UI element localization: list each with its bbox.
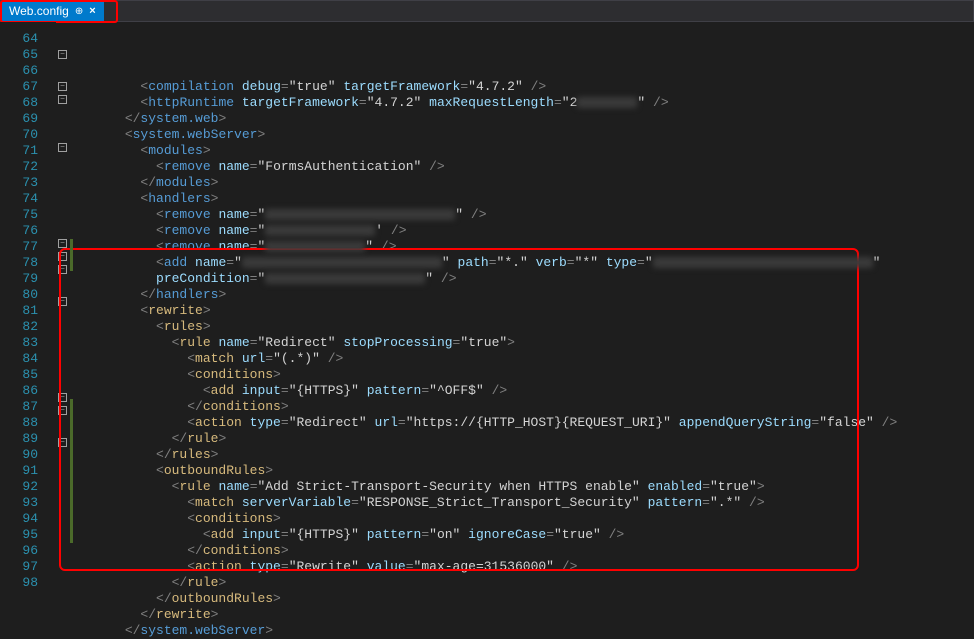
line-number: 81 — [0, 303, 38, 319]
line-number-gutter: 6465666768697071727374757677787980818283… — [0, 22, 56, 584]
code-line[interactable]: </rewrite> — [78, 607, 974, 623]
line-number: 94 — [0, 511, 38, 527]
pin-icon[interactable]: ⊕ — [75, 6, 83, 17]
code-line[interactable]: <conditions> — [78, 511, 974, 527]
change-marker — [70, 239, 73, 271]
redacted-text: x — [242, 257, 442, 268]
code-line[interactable]: <add input="{HTTPS}" pattern="on" ignore… — [78, 527, 974, 543]
line-number: 70 — [0, 127, 38, 143]
redacted-text: x — [653, 257, 873, 268]
code-area[interactable]: <compilation debug="true" targetFramewor… — [56, 22, 974, 584]
line-number: 98 — [0, 575, 38, 591]
line-number: 79 — [0, 271, 38, 287]
line-number: 76 — [0, 223, 38, 239]
code-line[interactable]: <remove name="x' /> — [78, 223, 974, 239]
code-line[interactable]: </modules> — [78, 175, 974, 191]
tab-bar: Web.config ⊕ × — [0, 0, 974, 22]
line-number: 95 — [0, 527, 38, 543]
line-number: 88 — [0, 415, 38, 431]
code-line[interactable]: <remove name="x" /> — [78, 239, 974, 255]
code-line[interactable]: <match url="(.*)" /> — [78, 351, 974, 367]
line-number: 71 — [0, 143, 38, 159]
line-number: 67 — [0, 79, 38, 95]
code-line[interactable]: </conditions> — [78, 399, 974, 415]
code-line[interactable]: </system.web> — [78, 111, 974, 127]
code-line[interactable]: <modules> — [78, 143, 974, 159]
line-number: 68 — [0, 95, 38, 111]
line-number: 91 — [0, 463, 38, 479]
code-line[interactable]: </conditions> — [78, 543, 974, 559]
line-number: 89 — [0, 431, 38, 447]
line-number: 73 — [0, 175, 38, 191]
redacted-text: x — [577, 97, 637, 108]
code-line[interactable]: <compilation debug="true" targetFramewor… — [78, 79, 974, 95]
code-line[interactable]: <httpRuntime targetFramework="4.7.2" max… — [78, 95, 974, 111]
line-number: 75 — [0, 207, 38, 223]
line-number: 93 — [0, 495, 38, 511]
code-line[interactable]: <rewrite> — [78, 303, 974, 319]
line-number: 92 — [0, 479, 38, 495]
code-line[interactable]: <system.webServer> — [78, 127, 974, 143]
line-number: 85 — [0, 367, 38, 383]
tab-label: Web.config — [9, 4, 69, 18]
code-line[interactable]: <outboundRules> — [78, 463, 974, 479]
line-number: 87 — [0, 399, 38, 415]
code-line[interactable]: <conditions> — [78, 367, 974, 383]
code-line[interactable]: <action type="Redirect" url="https://{HT… — [78, 415, 974, 431]
code-line[interactable]: </handlers> — [78, 287, 974, 303]
line-number: 74 — [0, 191, 38, 207]
line-number: 80 — [0, 287, 38, 303]
code-line[interactable]: <remove name="x" /> — [78, 207, 974, 223]
code-line[interactable]: <action type="Rewrite" value="max-age=31… — [78, 559, 974, 575]
line-number: 77 — [0, 239, 38, 255]
line-number: 66 — [0, 63, 38, 79]
code-line[interactable]: </system.webServer> — [78, 623, 974, 639]
line-number: 64 — [0, 31, 38, 47]
code-line[interactable]: <rule name="Redirect" stopProcessing="tr… — [78, 335, 974, 351]
code-line[interactable]: </rules> — [78, 447, 974, 463]
redacted-text: x — [265, 225, 375, 236]
line-number: 97 — [0, 559, 38, 575]
line-number: 90 — [0, 447, 38, 463]
line-number: 86 — [0, 383, 38, 399]
code-line[interactable]: <add name="x" path="*." verb="*" type="x… — [78, 255, 974, 271]
tab-web-config[interactable]: Web.config ⊕ × — [1, 1, 104, 21]
redacted-text: x — [265, 209, 455, 220]
code-line[interactable]: </rule> — [78, 431, 974, 447]
change-marker — [70, 399, 73, 543]
line-number: 83 — [0, 335, 38, 351]
line-number: 82 — [0, 319, 38, 335]
line-number: 72 — [0, 159, 38, 175]
close-icon[interactable]: × — [89, 5, 95, 17]
line-number: 96 — [0, 543, 38, 559]
line-number: 78 — [0, 255, 38, 271]
code-line[interactable]: <match serverVariable="RESPONSE_Strict_T… — [78, 495, 974, 511]
code-line[interactable]: preCondition="x" /> — [78, 271, 974, 287]
line-number: 65 — [0, 47, 38, 63]
code-line[interactable]: <rules> — [78, 319, 974, 335]
redacted-text: x — [265, 241, 365, 252]
code-line[interactable]: </outboundRules> — [78, 591, 974, 607]
redacted-text: x — [265, 273, 425, 284]
line-number: 69 — [0, 111, 38, 127]
code-line[interactable]: <remove name="FormsAuthentication" /> — [78, 159, 974, 175]
code-line[interactable]: <handlers> — [78, 191, 974, 207]
code-line[interactable]: <add input="{HTTPS}" pattern="^OFF$" /> — [78, 383, 974, 399]
code-line[interactable]: <rule name="Add Strict-Transport-Securit… — [78, 479, 974, 495]
line-number: 84 — [0, 351, 38, 367]
code-editor[interactable]: 6465666768697071727374757677787980818283… — [0, 22, 974, 584]
code-line[interactable]: </rule> — [78, 575, 974, 591]
